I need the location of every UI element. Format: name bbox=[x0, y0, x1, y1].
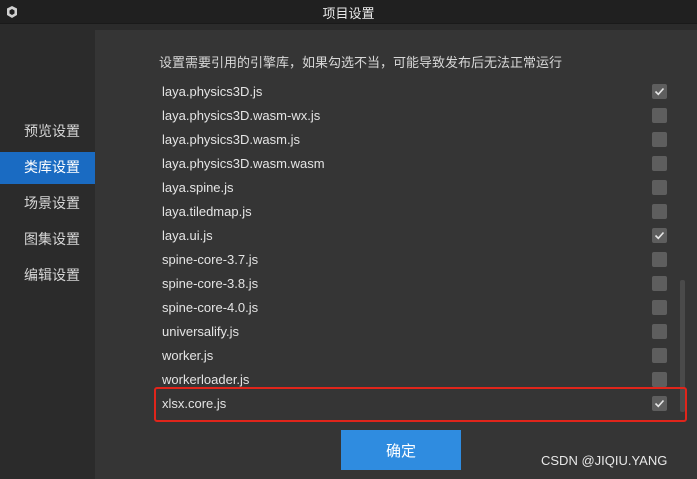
sidebar-item-library[interactable]: 类库设置 bbox=[0, 152, 108, 184]
library-row: worker.js bbox=[162, 346, 682, 370]
library-checkbox[interactable] bbox=[652, 348, 667, 363]
library-row: laya.physics3D.js bbox=[162, 82, 682, 106]
sidebar-item-scene[interactable]: 场景设置 bbox=[0, 188, 95, 220]
library-checkbox[interactable] bbox=[652, 324, 667, 339]
library-name: spine-core-3.8.js bbox=[162, 276, 259, 291]
library-checkbox[interactable] bbox=[652, 84, 667, 99]
library-row: universalify.js bbox=[162, 322, 682, 346]
library-name: laya.physics3D.wasm.wasm bbox=[162, 156, 325, 171]
window-title: 项目设置 bbox=[322, 7, 375, 22]
check-icon bbox=[654, 399, 665, 408]
library-name: workerloader.js bbox=[162, 372, 250, 387]
library-row: spine-core-3.8.js bbox=[162, 274, 682, 298]
library-name: spine-core-4.0.js bbox=[162, 300, 259, 315]
library-checkbox[interactable] bbox=[652, 252, 667, 267]
library-name: universalify.js bbox=[162, 324, 240, 339]
sidebar-item-editor[interactable]: 编辑设置 bbox=[0, 260, 95, 292]
library-checkbox[interactable] bbox=[652, 156, 667, 171]
library-description: 设置需要引用的引擎库，如果勾选不当，可能导致发布后无法正常运行 bbox=[159, 56, 563, 71]
library-checkbox[interactable] bbox=[652, 228, 667, 243]
library-row: spine-core-3.7.js bbox=[162, 250, 682, 274]
title-bar: 项目设置 bbox=[0, 0, 697, 24]
library-row: workerloader.js bbox=[162, 370, 682, 394]
library-name: laya.ui.js bbox=[162, 228, 213, 243]
library-row: laya.physics3D.wasm-wx.js bbox=[162, 106, 682, 130]
library-checkbox[interactable] bbox=[652, 132, 667, 147]
library-row: laya.physics3D.wasm.js bbox=[162, 130, 682, 154]
library-row: spine-core-4.0.js bbox=[162, 298, 682, 322]
settings-sidebar: 预览设置 类库设置 场景设置 图集设置 编辑设置 bbox=[0, 24, 108, 479]
library-name: laya.physics3D.wasm.js bbox=[162, 132, 300, 147]
library-row: laya.ui.js bbox=[162, 226, 682, 250]
library-checkbox[interactable] bbox=[652, 396, 667, 411]
library-name: spine-core-3.7.js bbox=[162, 252, 259, 267]
sidebar-item-preview[interactable]: 预览设置 bbox=[0, 116, 95, 148]
check-icon bbox=[654, 87, 665, 96]
library-checkbox[interactable] bbox=[652, 108, 667, 123]
library-checkbox[interactable] bbox=[652, 300, 667, 315]
library-name: laya.tiledmap.js bbox=[162, 204, 252, 219]
library-name: xlsx.core.js bbox=[162, 396, 227, 411]
check-icon bbox=[654, 231, 665, 240]
library-row: laya.tiledmap.js bbox=[162, 202, 682, 226]
library-checkbox[interactable] bbox=[652, 276, 667, 291]
library-name: worker.js bbox=[162, 348, 214, 363]
confirm-button[interactable]: 确定 bbox=[341, 430, 461, 470]
sidebar-item-label: 类库设置 bbox=[24, 160, 80, 176]
library-row: laya.physics3D.wasm.wasm bbox=[162, 154, 682, 178]
library-settings-panel: 设置需要引用的引擎库，如果勾选不当，可能导致发布后无法正常运行 laya.phy… bbox=[95, 30, 697, 479]
library-checkbox[interactable] bbox=[652, 204, 667, 219]
library-name: laya.spine.js bbox=[162, 180, 234, 195]
watermark: CSDN @JIQIU.YANG bbox=[541, 453, 668, 468]
library-row: xlsx.core.js bbox=[162, 394, 682, 418]
library-name: laya.physics3D.js bbox=[162, 84, 263, 99]
library-name: laya.physics3D.wasm-wx.js bbox=[162, 108, 321, 123]
sidebar-item-atlas[interactable]: 图集设置 bbox=[0, 224, 95, 256]
library-checkbox[interactable] bbox=[652, 372, 667, 387]
library-row: laya.spine.js bbox=[162, 178, 682, 202]
library-checkbox[interactable] bbox=[652, 180, 667, 195]
scrollbar[interactable] bbox=[680, 280, 685, 412]
